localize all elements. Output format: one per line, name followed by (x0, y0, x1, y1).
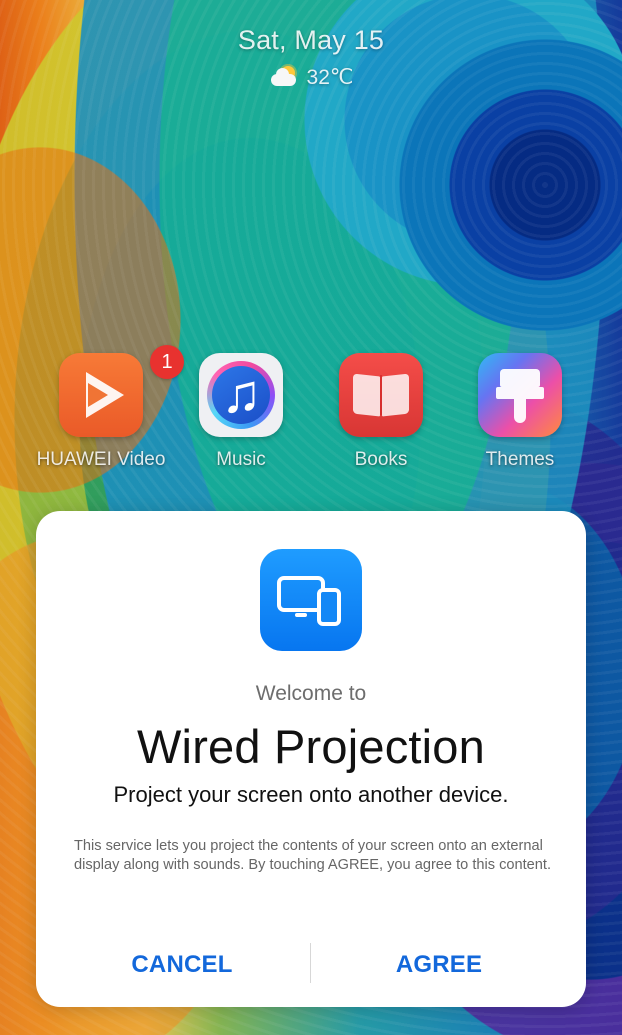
app-label-music: Music (216, 449, 266, 470)
play-icon-inner-shape (88, 383, 108, 407)
date-label: Sat, May 15 (237, 25, 385, 55)
dialog-title: Wired Projection (137, 720, 485, 773)
book-shape (353, 373, 409, 417)
music-note-symbol: ♫ (221, 364, 262, 424)
wired-projection-dialog: Welcome to Wired Projection Project your… (36, 511, 586, 1007)
cancel-button[interactable]: CANCEL (92, 949, 272, 981)
app-music[interactable]: ♫ Music (171, 353, 311, 471)
app-huawei-video[interactable]: 1 HUAWEI Video (31, 345, 184, 471)
paint-brush-icon[interactable] (478, 353, 562, 437)
book-right-page (382, 373, 409, 417)
dialog-subtitle: Project your screen onto another device. (113, 782, 509, 807)
button-divider (310, 943, 311, 983)
brush-handle-shape (514, 399, 526, 423)
music-note-icon[interactable]: ♫ (199, 353, 283, 437)
weather-row: 32℃ (0, 63, 622, 91)
app-label-huawei-video: HUAWEI Video (36, 449, 166, 470)
open-book-icon[interactable] (339, 353, 423, 437)
phone-icon-part (317, 588, 341, 626)
cloud-icon-part (270, 68, 296, 86)
book-spine (380, 375, 382, 415)
brush-head-shape (500, 369, 540, 387)
projection-icon (277, 570, 345, 630)
welcome-text: Welcome to (255, 682, 367, 705)
temperature-label: 32℃ (306, 65, 354, 89)
projection-app-icon (260, 549, 362, 651)
display-stand-icon-part (295, 613, 307, 617)
app-label-books: Books (354, 449, 408, 470)
video-play-icon[interactable] (59, 353, 143, 437)
app-themes[interactable]: Themes (450, 353, 590, 471)
date-weather-widget: Sat, May 15 32℃ (0, 18, 622, 91)
book-left-page (353, 373, 380, 417)
dialog-description: This service lets you project the conten… (74, 838, 552, 873)
app-books[interactable]: Books (311, 353, 451, 471)
partly-cloudy-icon (269, 63, 303, 91)
agree-button[interactable]: AGREE (349, 949, 529, 981)
brush-ferrule-shape (496, 387, 544, 399)
app-label-themes: Themes (485, 449, 555, 470)
home-app-row: 1 HUAWEI Video ♫ Music Books Themes (0, 345, 622, 478)
